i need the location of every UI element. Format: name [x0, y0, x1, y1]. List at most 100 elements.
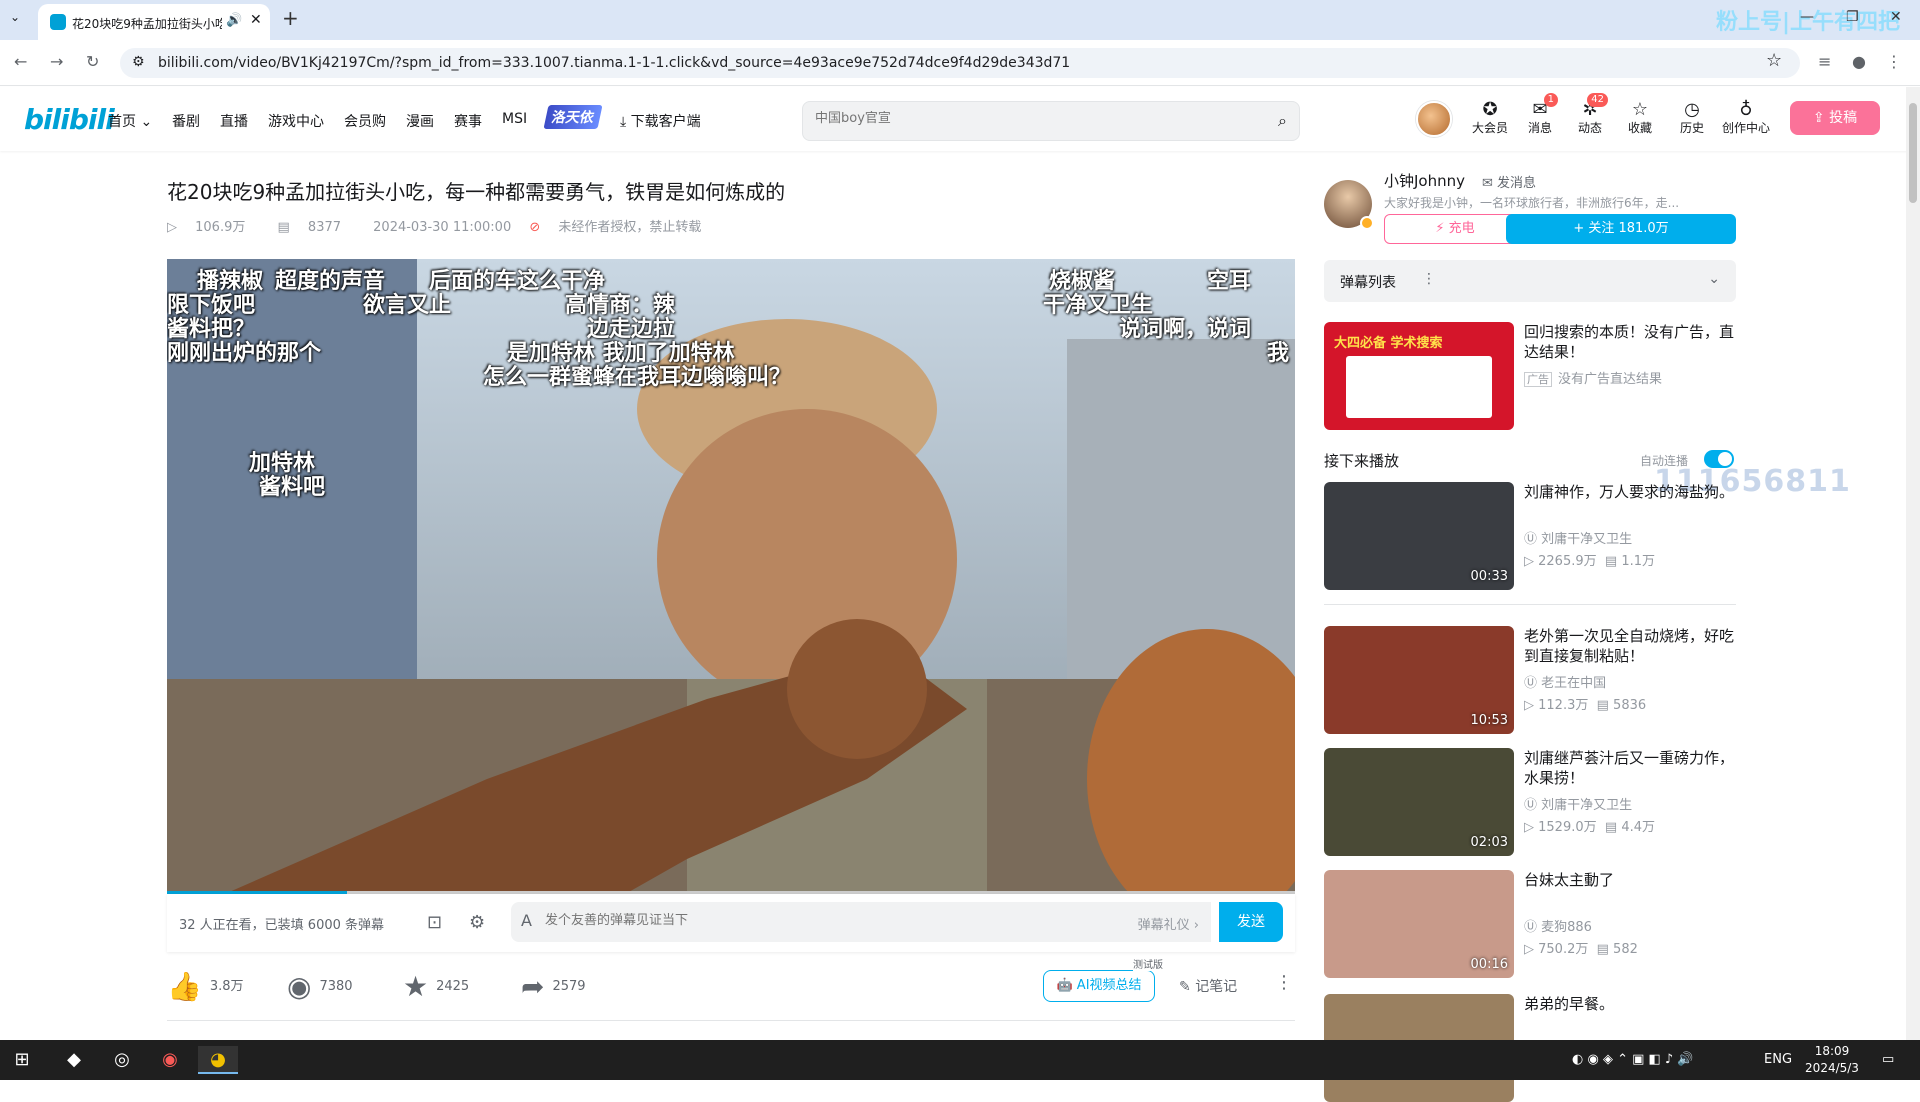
- user-avatar[interactable]: [1416, 101, 1452, 137]
- browser-tab[interactable]: 花20块吃9种孟加拉街头小吃，每一种都需要勇气 🔊 ✕: [38, 4, 270, 40]
- scrollbar-thumb[interactable]: [1909, 103, 1917, 203]
- danmaku-settings-icon[interactable]: ⚙: [469, 912, 485, 933]
- nav-manga[interactable]: 漫画: [406, 111, 434, 131]
- search-input[interactable]: [815, 111, 1235, 126]
- chevron-down-icon[interactable]: ⌄: [1708, 271, 1720, 287]
- taskbar-app-icon[interactable]: ◆: [54, 1046, 94, 1074]
- close-window-icon[interactable]: ✕: [1890, 9, 1902, 25]
- video-meta: ▷ 106.9万 ▤ 8377 2024-03-30 11:00:00 ⊘ 未经…: [167, 216, 729, 235]
- maximize-icon[interactable]: ❐: [1846, 9, 1859, 25]
- nav-game-center[interactable]: 游戏中心: [268, 111, 324, 131]
- tab-list-chevron-icon[interactable]: ⌄: [10, 10, 20, 24]
- danmaku-list-more-icon[interactable]: ⋮: [1422, 271, 1436, 287]
- nav-msi[interactable]: MSI: [502, 111, 527, 127]
- video-thumbnail[interactable]: 10:53: [1324, 626, 1514, 734]
- danmaku-comment: 空耳: [1207, 269, 1252, 294]
- follow-button[interactable]: + 关注 181.0万: [1506, 214, 1736, 244]
- charge-button[interactable]: ⚡ 充电: [1384, 214, 1526, 244]
- windows-start-icon[interactable]: ⊞: [2, 1046, 42, 1074]
- upload-button[interactable]: ⇪ 投稿: [1790, 101, 1880, 135]
- recommended-uploader[interactable]: Ⓤ 刘庸干净又卫生: [1524, 528, 1632, 547]
- video-thumbnail[interactable]: 00:16: [1324, 870, 1514, 978]
- notes-button[interactable]: ✎ 记笔记: [1179, 976, 1237, 996]
- watching-count: 32 人正在看，已装填 6000 条弹幕: [179, 918, 385, 933]
- tab-audio-icon[interactable]: 🔊: [226, 13, 242, 28]
- search-box: ⌕: [802, 101, 1300, 141]
- coin-button[interactable]: ◉ 7380: [287, 970, 353, 1003]
- nav-download-client[interactable]: ⤓ 下载客户端: [620, 111, 701, 131]
- recommended-video[interactable]: 10:53 老外第一次见全自动烧烤，好吃到直接复制粘贴！ Ⓤ 老王在中国 ▷ 112.…: [1324, 626, 1736, 734]
- video-thumbnail[interactable]: 00:33: [1324, 482, 1514, 590]
- danmaku-list-panel[interactable]: 弹幕列表 ⋮ ⌄: [1324, 260, 1736, 302]
- header-messages[interactable]: ✉ 1 消息: [1516, 93, 1564, 136]
- page-scrollbar[interactable]: [1906, 87, 1920, 1040]
- ai-summary-button[interactable]: 🤖 AI视频总结: [1043, 970, 1155, 1002]
- recommended-title[interactable]: 弟弟的早餐。: [1524, 994, 1736, 1014]
- header-creator-center[interactable]: ♁ 创作中心: [1718, 99, 1774, 136]
- upload-icon: ⇪: [1812, 110, 1830, 126]
- recommended-video[interactable]: 00:16 台妹太主動了 Ⓤ 麦狗886 ▷ 750.2万 ▤ 582: [1324, 870, 1736, 978]
- like-button[interactable]: 👍 3.8万: [167, 970, 244, 1003]
- nav-anime[interactable]: 番剧: [172, 111, 200, 131]
- steam-icon[interactable]: ◎: [102, 1046, 142, 1074]
- tab-close-icon[interactable]: ✕: [250, 12, 262, 28]
- site-info-icon[interactable]: ⚙: [132, 54, 145, 70]
- search-icon[interactable]: ⌕: [1278, 111, 1287, 131]
- nav-shop[interactable]: 会员购: [344, 111, 386, 131]
- browser-menu-icon[interactable]: ⋮: [1886, 52, 1902, 71]
- danmaku-etiquette-link[interactable]: 弹幕礼仪 ›: [1138, 914, 1199, 933]
- send-message-link[interactable]: ✉ 发消息: [1482, 172, 1536, 191]
- header-history[interactable]: ◷ 历史: [1668, 99, 1716, 136]
- bookmark-star-icon[interactable]: ☆: [1766, 50, 1782, 71]
- video-thumbnail[interactable]: 02:03: [1324, 748, 1514, 856]
- recommended-title[interactable]: 刘庸神作，万人要求的海盐狗。: [1524, 482, 1736, 502]
- ad-title: 回归搜索的本质！没有广告，直达结果！: [1524, 323, 1735, 361]
- nav-live[interactable]: 直播: [220, 111, 248, 131]
- nav-esports[interactable]: 赛事: [454, 111, 482, 131]
- recommended-uploader[interactable]: Ⓤ 刘庸干净又卫生: [1524, 794, 1632, 813]
- chrome-icon[interactable]: ◕: [198, 1046, 238, 1074]
- recommended-title[interactable]: 刘庸继芦荟汁后又一重磅力作，水果捞！: [1524, 748, 1736, 788]
- bulb-icon: ♁: [1739, 99, 1753, 120]
- danmaku-comment: 说词啊，说词: [1119, 317, 1252, 342]
- ad-card[interactable]: 大四必备 学术搜索 回归搜索的本质！没有广告，直达结果！ 广告 没有广告直达结果: [1324, 322, 1736, 430]
- header-favorites[interactable]: ☆ 收藏: [1616, 99, 1664, 136]
- nav-home[interactable]: 首页 ⌄: [108, 111, 152, 131]
- bilibili-logo[interactable]: bilibili: [24, 103, 115, 136]
- url-field[interactable]: ⚙ bilibili.com/video/BV1Kj42197Cm/?spm_i…: [120, 48, 1800, 78]
- nav-event-logo[interactable]: 洛天依: [543, 105, 603, 129]
- danmaku-toggle-icon[interactable]: ⊡: [427, 912, 442, 933]
- notification-icon[interactable]: ▭: [1882, 1052, 1894, 1067]
- more-actions-icon[interactable]: ⋮: [1275, 972, 1293, 993]
- copyright-notice: ⊘ 未经作者授权，禁止转载: [529, 220, 702, 235]
- uploader-name[interactable]: 小钟Johnny: [1384, 170, 1465, 191]
- reload-icon[interactable]: ↻: [86, 52, 99, 71]
- danmaku-stat: ▤ 8377: [277, 220, 342, 235]
- media-control-icon[interactable]: ≡: [1818, 52, 1831, 71]
- danmaku-style-icon[interactable]: A: [521, 911, 532, 930]
- video-player[interactable]: 播辣椒 超度的声音 后面的车这么干净 欲言又止 高情商：辣 边走边拉 是加特林 我加了加特林…: [167, 259, 1295, 893]
- new-tab-icon[interactable]: +: [282, 6, 299, 30]
- tray-icons[interactable]: ◐ ◉ ◈ ⌃ ▣ ◧ ♪ 🔊: [1572, 1052, 1694, 1067]
- danmaku-input[interactable]: [545, 913, 1045, 928]
- favorite-button[interactable]: ★ 2425: [403, 970, 469, 1003]
- recommended-title[interactable]: 台妹太主動了: [1524, 870, 1736, 890]
- recommended-video[interactable]: 00:33 刘庸神作，万人要求的海盐狗。 Ⓤ 刘庸干净又卫生 ▷ 2265.9万 ▤ …: [1324, 482, 1736, 605]
- netease-music-icon[interactable]: ◉: [150, 1046, 190, 1074]
- danmaku-count-icon: ▤: [1604, 554, 1622, 569]
- header-vip[interactable]: ✪ 大会员: [1466, 99, 1514, 136]
- share-button[interactable]: ➦ 2579: [521, 970, 586, 1003]
- profile-icon[interactable]: ●: [1852, 52, 1866, 71]
- send-danmaku-button[interactable]: 发送: [1219, 902, 1283, 942]
- taskbar-clock[interactable]: 18:09 2024/5/3: [1800, 1043, 1864, 1077]
- back-icon[interactable]: ←: [14, 52, 27, 71]
- recommended-video[interactable]: 02:03 刘庸继芦荟汁后又一重磅力作，水果捞！ Ⓤ 刘庸干净又卫生 ▷ 1529.0…: [1324, 748, 1736, 856]
- header-dynamics[interactable]: ✲ 42 动态: [1566, 93, 1614, 136]
- recommended-uploader[interactable]: Ⓤ 麦狗886: [1524, 916, 1592, 935]
- minimize-icon[interactable]: —: [1800, 9, 1814, 25]
- forward-icon[interactable]: →: [50, 52, 63, 71]
- recommended-uploader[interactable]: Ⓤ 老王在中国: [1524, 672, 1606, 691]
- recommended-title[interactable]: 老外第一次见全自动烧烤，好吃到直接复制粘贴！: [1524, 626, 1736, 666]
- uploader-avatar[interactable]: [1324, 180, 1374, 230]
- input-language[interactable]: ENG: [1764, 1052, 1792, 1067]
